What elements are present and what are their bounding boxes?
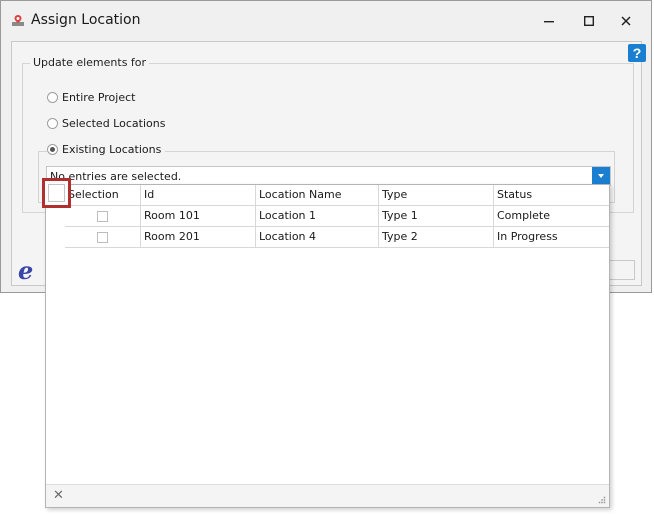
close-button[interactable] xyxy=(611,9,641,33)
chevron-down-icon xyxy=(598,174,604,178)
cell-location-name: Location 1 xyxy=(256,206,379,227)
column-header-status[interactable]: Status xyxy=(494,185,609,206)
app-icon xyxy=(12,15,24,26)
radio-existing-locations[interactable]: Existing Locations xyxy=(47,143,166,156)
radio-icon[interactable] xyxy=(47,92,58,103)
row-checkbox[interactable] xyxy=(97,210,108,222)
cell-status: Complete xyxy=(494,206,609,227)
column-header-selection[interactable]: Selection xyxy=(65,185,141,206)
cell-type: Type 1 xyxy=(379,206,494,227)
select-all-checkbox[interactable] xyxy=(42,178,71,208)
maximize-button[interactable] xyxy=(574,9,604,33)
cell-id: Room 101 xyxy=(141,206,256,227)
radio-entire-project[interactable]: Entire Project xyxy=(47,91,135,104)
table-row[interactable]: Room 101 Location 1 Type 1 Complete xyxy=(46,206,609,227)
brand-logo: e xyxy=(18,256,34,285)
dropdown-footer: ✕ xyxy=(46,484,609,507)
radio-icon[interactable] xyxy=(47,144,58,155)
cell-status: In Progress xyxy=(494,227,609,248)
cell-type: Type 2 xyxy=(379,227,494,248)
close-icon[interactable]: ✕ xyxy=(53,488,64,503)
resize-grip-icon[interactable] xyxy=(598,496,606,504)
window-title: Assign Location xyxy=(31,12,141,28)
group-legend: Update elements for xyxy=(30,56,150,69)
column-header-type[interactable]: Type xyxy=(379,185,494,206)
title-bar: Assign Location xyxy=(1,1,651,41)
select-all-checkbox-box[interactable] xyxy=(48,184,65,202)
row-checkbox[interactable] xyxy=(97,231,108,243)
grid-header: Selection Id Location Name Type Status xyxy=(46,185,609,206)
row-select-cell[interactable] xyxy=(65,227,141,248)
locations-combo[interactable]: No entries are selected. xyxy=(46,166,611,186)
table-row[interactable]: Room 201 Location 4 Type 2 In Progress xyxy=(46,227,609,248)
radio-selected-locations[interactable]: Selected Locations xyxy=(47,117,165,130)
help-button[interactable]: ? xyxy=(628,44,646,62)
row-select-cell[interactable] xyxy=(65,206,141,227)
minimize-button[interactable] xyxy=(534,9,564,33)
maximize-icon xyxy=(584,16,594,26)
locations-dropdown: Selection Id Location Name Type Status R… xyxy=(42,178,610,508)
radio-label: Entire Project xyxy=(62,91,136,104)
cell-location-name: Location 4 xyxy=(256,227,379,248)
column-header-location-name[interactable]: Location Name xyxy=(256,185,379,206)
radio-label: Selected Locations xyxy=(62,117,166,130)
combo-dropdown-button[interactable] xyxy=(592,167,610,185)
cell-id: Room 201 xyxy=(141,227,256,248)
radio-label: Existing Locations xyxy=(62,143,162,156)
column-header-id[interactable]: Id xyxy=(141,185,256,206)
close-icon xyxy=(621,16,631,26)
minimize-icon xyxy=(544,21,554,23)
radio-icon[interactable] xyxy=(47,118,58,129)
